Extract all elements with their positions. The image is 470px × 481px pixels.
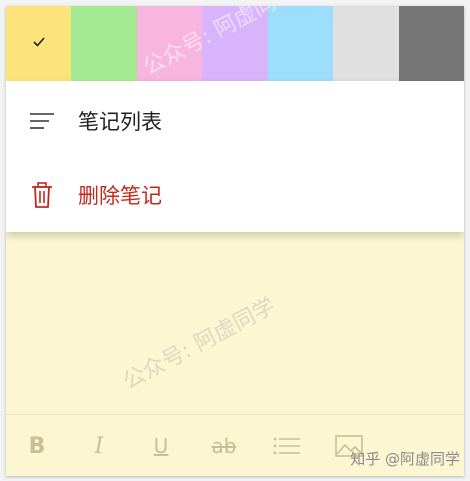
italic-button[interactable]: I [84,429,114,463]
swatch-purple[interactable] [202,6,268,81]
credit-text: 知乎 @阿虚同学 [350,450,460,468]
delete-note-label: 删除笔记 [78,184,162,208]
notes-list-menu-item[interactable]: 笔记列表 [6,91,464,151]
trash-icon [28,181,56,209]
swatch-charcoal[interactable] [398,6,464,81]
notes-list-label: 笔记列表 [78,110,162,134]
hamburger-icon [28,107,56,135]
swatch-gray[interactable] [333,6,399,81]
color-swatches [6,6,464,81]
sticky-note: 笔记列表 删除笔记 公众号: 阿虚同学 公众号: 阿虚同学 B I U ab [6,6,464,476]
underline-button[interactable]: U [146,429,176,463]
swatch-yellow[interactable] [6,6,72,81]
bold-button[interactable]: B [22,429,52,463]
note-menu: 笔记列表 删除笔记 [6,81,464,232]
swatch-pink[interactable] [136,6,203,81]
bullet-list-icon[interactable] [272,429,302,463]
strikethrough-button[interactable]: ab [206,429,242,463]
swatch-blue[interactable] [267,6,334,81]
check-icon [31,33,47,54]
watermark-text: 公众号: 阿虚同学 [119,293,280,395]
swatch-green[interactable] [71,6,137,81]
delete-note-menu-item[interactable]: 删除笔记 [6,165,464,225]
